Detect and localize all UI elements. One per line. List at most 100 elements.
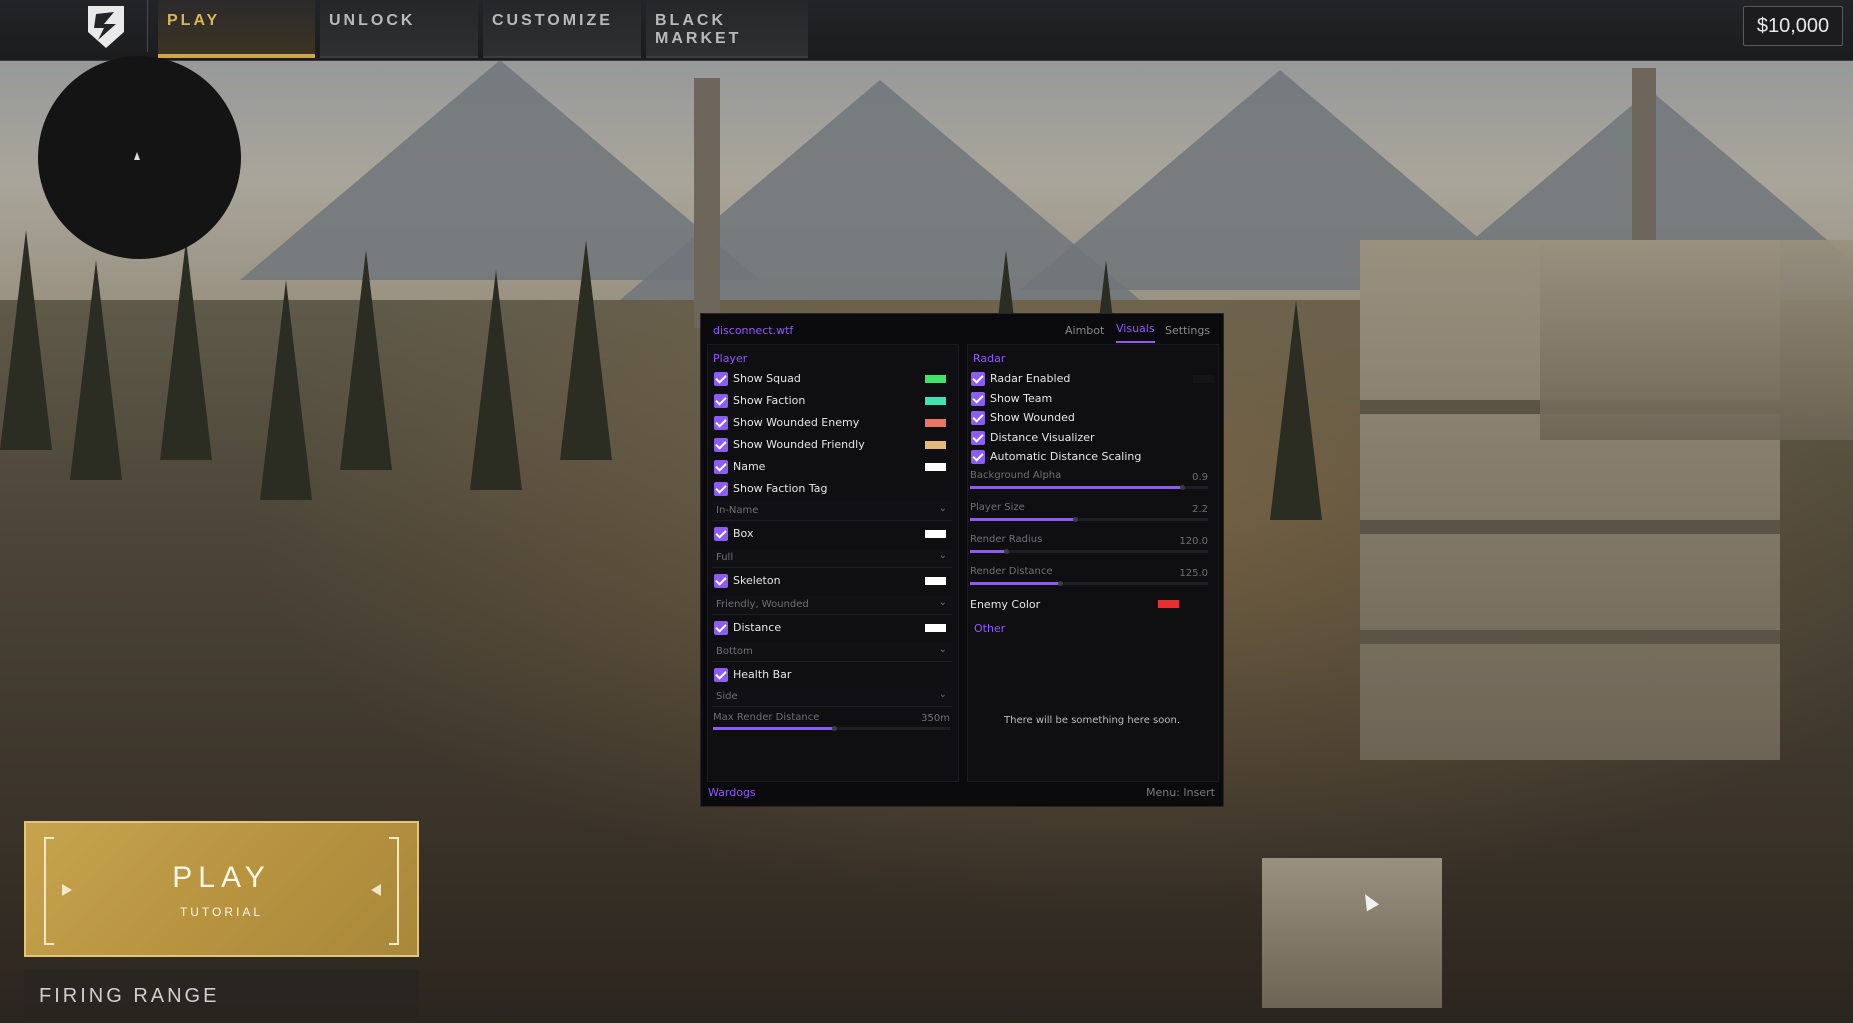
- checkbox-checked-icon[interactable]: [714, 621, 728, 635]
- nav-divider: [147, 0, 148, 52]
- dropdown-value: In-Name: [716, 505, 759, 516]
- play-button[interactable]: PLAY TUTORIAL: [24, 821, 419, 957]
- checkbox-checked-icon[interactable]: [971, 411, 985, 425]
- player-size-slider[interactable]: [970, 517, 1208, 522]
- slider-handle[interactable]: [1179, 485, 1185, 490]
- toggle-label: Show Wounded Friendly: [733, 438, 865, 451]
- player-section-title: Player: [713, 352, 748, 365]
- dropdown-value: Bottom: [716, 646, 753, 657]
- color-swatch[interactable]: [925, 375, 946, 383]
- toggle-automatic-distance-scaling[interactable]: Automatic Distance Scaling: [971, 449, 1207, 465]
- toggle-show-wounded-enemy[interactable]: Show Wounded Enemy: [714, 415, 950, 431]
- color-swatch[interactable]: [925, 577, 946, 585]
- slider-handle[interactable]: [1058, 581, 1064, 586]
- footer-game-name: Wardogs: [708, 786, 756, 799]
- play-button-sublabel: TUTORIAL: [179, 905, 264, 919]
- tree: [470, 270, 522, 490]
- toggle-label: Distance: [733, 621, 782, 634]
- menu-tab-settings[interactable]: Settings: [1165, 324, 1210, 337]
- menu-tab-aimbot[interactable]: Aimbot: [1065, 324, 1104, 337]
- background-alpha-slider[interactable]: [970, 485, 1208, 490]
- toggle-show-wounded[interactable]: Show Wounded: [971, 410, 1207, 426]
- render-radius-slider[interactable]: [970, 549, 1208, 554]
- toggle-health-bar[interactable]: Health Bar: [714, 667, 950, 683]
- checkbox-checked-icon[interactable]: [971, 372, 985, 386]
- render-distance-slider[interactable]: [970, 581, 1208, 586]
- slider-fill: [970, 518, 1075, 521]
- enemy-color-row[interactable]: Enemy Color: [970, 597, 1208, 613]
- color-swatch[interactable]: [925, 624, 946, 632]
- smokestack: [1632, 68, 1656, 258]
- toggle-show-faction[interactable]: Show Faction: [714, 393, 950, 409]
- chevron-down-icon: ⌄: [938, 597, 947, 608]
- toggle-distance[interactable]: Distance: [714, 620, 950, 636]
- checkbox-checked-icon[interactable]: [971, 450, 985, 464]
- play-button-label: PLAY: [172, 861, 271, 894]
- tab-play-label: PLAY: [167, 12, 221, 29]
- color-swatch[interactable]: [925, 441, 946, 449]
- checkbox-checked-icon[interactable]: [971, 392, 985, 406]
- checkbox-checked-icon[interactable]: [714, 372, 728, 386]
- toggle-box[interactable]: Box: [714, 526, 950, 542]
- distance-position-dropdown[interactable]: Bottom ⌄: [712, 643, 952, 662]
- toggle-distance-visualizer[interactable]: Distance Visualizer: [971, 430, 1207, 446]
- footer-menu-hotkey: Menu: Insert: [1146, 786, 1215, 799]
- toggle-radar-enabled[interactable]: Radar Enabled: [971, 371, 1214, 387]
- toggle-show-faction-tag[interactable]: Show Faction Tag: [714, 481, 950, 497]
- firing-range-button[interactable]: FIRING RANGE: [24, 970, 419, 1020]
- checkbox-checked-icon[interactable]: [714, 574, 728, 588]
- toggle-show-squad[interactable]: Show Squad: [714, 371, 950, 387]
- color-swatch[interactable]: [925, 419, 946, 427]
- render-radius-value: 120.0: [1179, 536, 1208, 547]
- color-swatch[interactable]: [925, 463, 946, 471]
- tree: [70, 260, 122, 480]
- box-mode-dropdown[interactable]: Full ⌄: [712, 549, 952, 568]
- tab-unlock-label: UNLOCK: [329, 12, 416, 29]
- toggle-show-team[interactable]: Show Team: [971, 391, 1207, 407]
- checkbox-checked-icon[interactable]: [714, 394, 728, 408]
- color-swatch[interactable]: [925, 530, 946, 538]
- dropdown-value: Full: [716, 552, 734, 563]
- toggle-skeleton[interactable]: Skeleton: [714, 573, 950, 589]
- checkbox-checked-icon[interactable]: [714, 438, 728, 452]
- toggle-label: Show Team: [990, 392, 1053, 405]
- render-distance-value: 125.0: [1179, 568, 1208, 579]
- game-logo-icon[interactable]: [80, 2, 132, 50]
- checkbox-checked-icon[interactable]: [714, 527, 728, 541]
- tab-customize[interactable]: CUSTOMIZE: [483, 0, 641, 58]
- tab-black-market[interactable]: BLACK MARKET: [646, 0, 808, 58]
- slider-handle[interactable]: [1072, 517, 1078, 522]
- checkbox-checked-icon[interactable]: [714, 668, 728, 682]
- slider-fill: [970, 550, 1006, 553]
- background-alpha-value: 0.9: [1192, 472, 1208, 483]
- currency-balance[interactable]: $10,000: [1743, 6, 1843, 46]
- tab-play[interactable]: PLAY: [158, 0, 315, 58]
- max-render-distance-slider[interactable]: [713, 726, 950, 731]
- industrial-building: [1540, 240, 1853, 440]
- skeleton-mode-dropdown[interactable]: Friendly, Wounded ⌄: [712, 596, 952, 615]
- name-position-dropdown[interactable]: In-Name ⌄: [712, 502, 952, 521]
- checkbox-checked-icon[interactable]: [714, 460, 728, 474]
- tab-unlock[interactable]: UNLOCK: [320, 0, 478, 58]
- tree: [1270, 300, 1322, 520]
- health-bar-position-dropdown[interactable]: Side ⌄: [712, 688, 952, 707]
- checkbox-checked-icon[interactable]: [971, 431, 985, 445]
- slider-fill: [713, 727, 834, 730]
- menu-footer: Wardogs Menu: Insert: [701, 780, 1223, 806]
- radar-settings-column: Radar Radar Enabled Show Team Show Wound…: [967, 344, 1219, 782]
- tree: [260, 280, 312, 500]
- menu-tab-visuals[interactable]: Visuals: [1116, 322, 1155, 343]
- slider-handle[interactable]: [831, 726, 837, 731]
- color-swatch[interactable]: [925, 397, 946, 405]
- color-swatch[interactable]: [1158, 600, 1179, 608]
- color-swatch[interactable]: [1193, 375, 1214, 383]
- checkbox-checked-icon[interactable]: [714, 416, 728, 430]
- toggle-name[interactable]: Name: [714, 459, 950, 475]
- checkbox-checked-icon[interactable]: [714, 482, 728, 496]
- toggle-show-wounded-friendly[interactable]: Show Wounded Friendly: [714, 437, 950, 453]
- toggle-label: Name: [733, 460, 766, 473]
- enemy-color-label: Enemy Color: [970, 598, 1041, 611]
- chevron-down-icon: ⌄: [938, 644, 947, 655]
- radar-section-title: Radar: [973, 352, 1006, 365]
- slider-handle[interactable]: [1003, 549, 1009, 554]
